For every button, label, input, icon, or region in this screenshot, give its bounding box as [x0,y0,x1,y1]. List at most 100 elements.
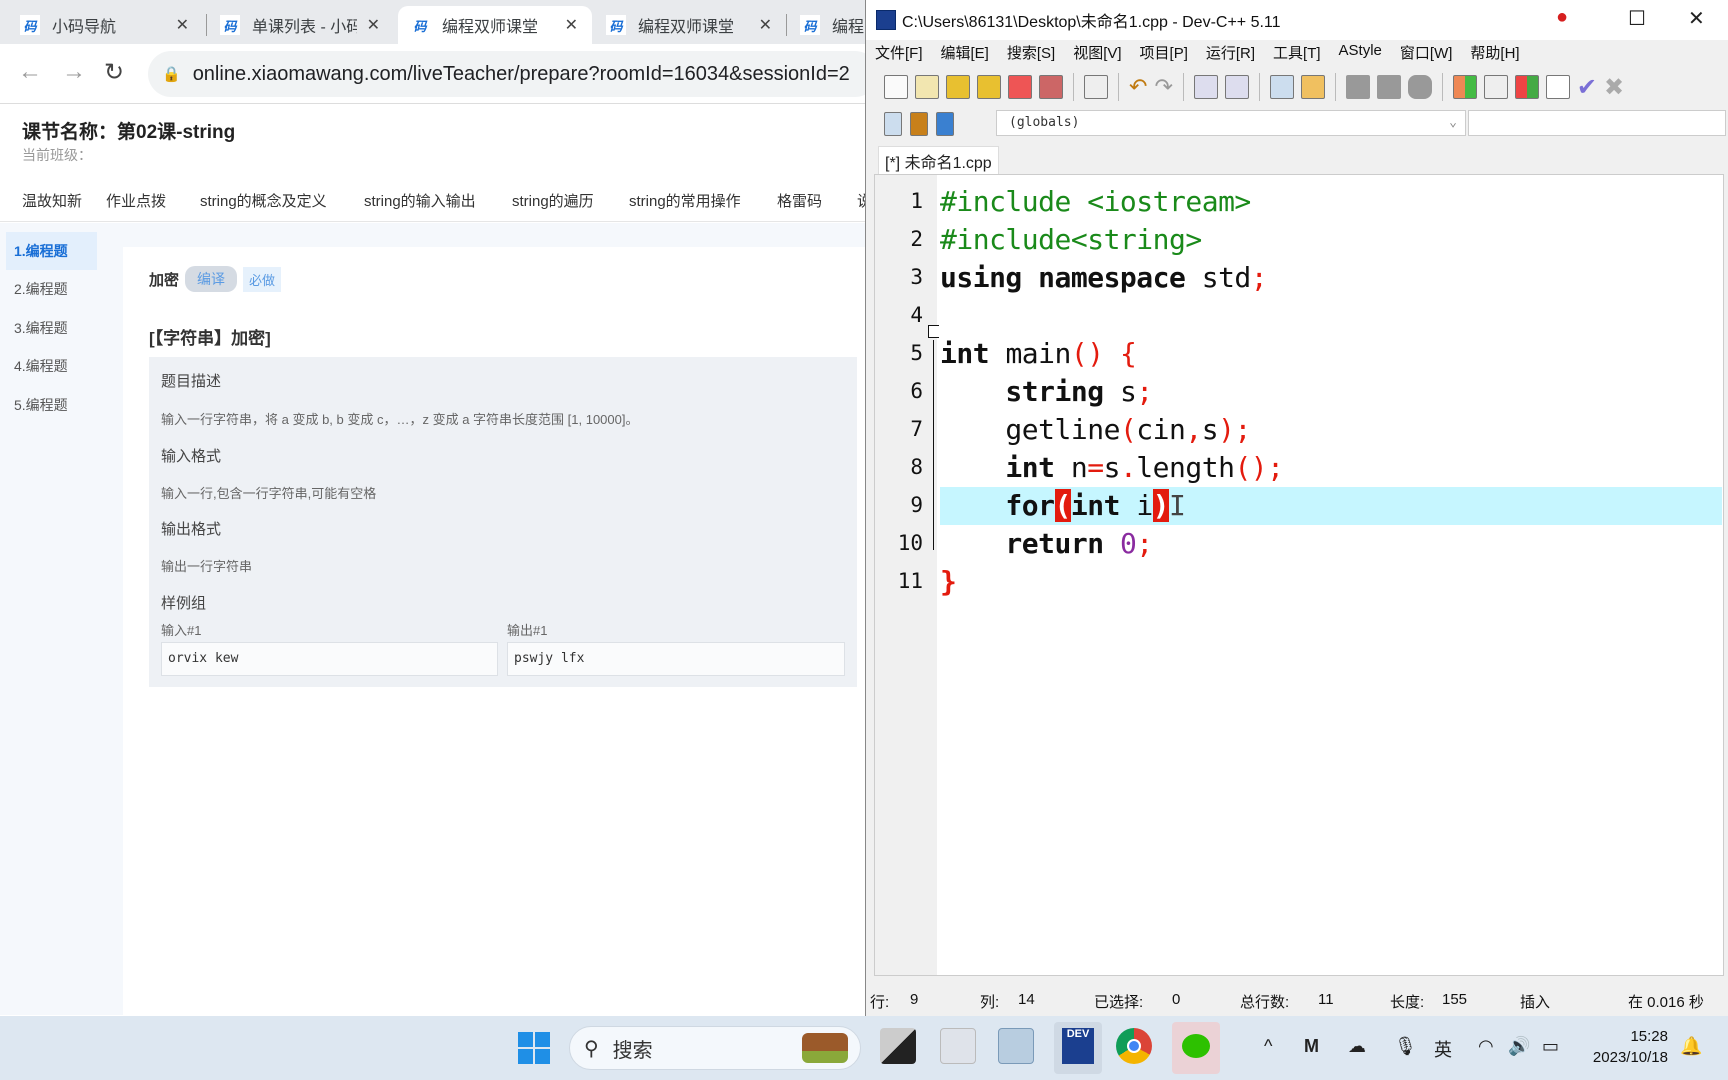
lesson-tab[interactable]: 说 [857,190,865,211]
okapi-illustration-icon [802,1033,848,1063]
menu-tools[interactable]: 工具[T] [1264,42,1330,66]
wifi-icon[interactable]: ◠ [1478,1036,1494,1057]
undo-icon[interactable]: ↶ [1129,74,1147,100]
fold-marker-icon[interactable] [928,325,939,338]
menu-view[interactable]: 视图[V] [1064,42,1130,66]
unindent-icon[interactable] [1300,75,1325,99]
devcpp-window: C:\Users\86131\Desktop\未命名1.cpp - Dev-C+… [865,0,1728,1016]
maximize-icon[interactable]: ☐ [1628,6,1646,31]
sidebar-item-4[interactable]: 4.编程题 [6,347,97,385]
lesson-tab[interactable]: string的输入输出 [364,190,476,211]
onedrive-icon[interactable]: ☁ [1348,1036,1366,1057]
new-file-icon[interactable] [884,75,908,99]
chrome-icon[interactable] [1116,1028,1152,1064]
remove-from-project-icon[interactable] [936,112,954,136]
compile-run-icon[interactable] [1514,75,1539,99]
browser-tab[interactable]: 码编程双师课堂 ✕ [594,6,786,44]
prev-bookmark-icon[interactable] [1345,75,1370,99]
menu-help[interactable]: 帮助[H] [1461,42,1528,66]
xiaoma-favicon-icon: 码 [220,15,240,35]
sidebar-item-5[interactable]: 5.编程题 [6,386,97,424]
scope-value: (globals) [1009,115,1080,130]
browser-tab[interactable]: 码编程 [788,6,868,44]
browser-tab[interactable]: 码小码导航 ✕ [8,6,203,44]
task-view-icon[interactable] [880,1028,916,1064]
wechat-taskbar-button[interactable] [1172,1022,1220,1074]
menu-project[interactable]: 项目[P] [1131,42,1197,66]
sidebar-item-1[interactable]: 1.编程题 [6,232,97,270]
close-tab-icon[interactable]: ✕ [759,15,772,35]
indent-icon[interactable] [1269,75,1294,99]
new-project-icon[interactable] [884,112,902,136]
microphone-icon[interactable]: 🎙 [1394,1036,1417,1057]
file-tab[interactable]: [*] 未命名1.cpp [878,146,999,174]
menu-window[interactable]: 窗口[W] [1391,42,1462,66]
lesson-tab[interactable]: string的概念及定义 [200,190,327,211]
stop-icon[interactable]: ✖ [1604,73,1624,102]
browser-tab[interactable]: 码单课列表 - 小码 ✕ [208,6,394,44]
menu-search[interactable]: 搜索[S] [998,42,1064,66]
sidebar-item-3[interactable]: 3.编程题 [6,309,97,347]
devcpp-app-icon: DEV [1062,1028,1094,1064]
lesson-tab[interactable]: 温故知新 [22,190,82,211]
next-bookmark-icon[interactable] [1376,75,1401,99]
find-icon[interactable] [1193,75,1218,99]
devcpp-taskbar-button[interactable]: DEV [1054,1022,1102,1074]
forward-icon[interactable]: → [62,58,86,86]
sample-output: pswjy lfx [507,642,845,676]
menu-astyle[interactable]: AStyle [1330,42,1391,66]
lesson-tab[interactable]: string的遍历 [512,190,594,211]
reload-icon[interactable]: ↻ [104,58,124,87]
print-icon[interactable] [1084,75,1108,99]
close-all-icon[interactable] [1039,75,1063,99]
close-tab-icon[interactable]: ✕ [176,15,189,35]
input-language[interactable]: 英 [1434,1036,1452,1062]
page-title: 课节名称：第02课-string [22,122,236,143]
lesson-tab[interactable]: 作业点拨 [106,190,166,211]
volume-icon[interactable]: 🔊 [1508,1036,1530,1057]
close-tab-icon[interactable]: ✕ [367,15,380,35]
xiaoma-favicon-icon: 码 [20,15,40,35]
browser-tab-active[interactable]: 码编程双师课堂 ✕ [398,6,592,44]
menu-run[interactable]: 运行[R] [1197,42,1264,66]
goto-icon[interactable] [1407,75,1432,99]
scope-dropdown[interactable]: (globals) ⌄ [996,110,1466,136]
open-file-icon[interactable] [915,75,939,99]
tray-app-icon[interactable]: M [1304,1036,1319,1057]
menu-file[interactable]: 文件[F] [866,42,932,66]
code-editor[interactable]: 1 2 3 4 5 6 7 8 9 10 11 #include <iostream> #inclu… [874,174,1724,976]
status-bar: 行: 9 列: 14 已选择: 0 总行数: 11 长度: 155 插入 在 0.016 … [866,986,1728,1014]
close-window-icon[interactable]: ✕ [1688,6,1705,31]
back-icon[interactable]: ← [18,58,42,86]
lesson-tab[interactable]: 格雷码 [777,190,822,211]
python-file-icon[interactable] [940,1028,976,1064]
rebuild-icon[interactable] [1545,75,1570,99]
close-tab-icon[interactable]: ✕ [565,15,578,35]
sidebar-item-2[interactable]: 2.编程题 [6,270,97,308]
browser-tab-bar: 码小码导航 ✕ 码单课列表 - 小码 ✕ 码编程双师课堂 ✕ 码编程双师课堂 ✕ 码编程 [0,0,865,44]
menu-bar: 文件[F] 编辑[E] 搜索[S] 视图[V] 项目[P] 运行[R] 工具[T… [866,42,1529,66]
lesson-tab[interactable]: string的常用操作 [629,190,741,211]
symbol-dropdown[interactable] [1468,110,1726,136]
taskbar-search[interactable]: ⚲ 搜索 [569,1026,861,1070]
notification-bell-icon[interactable]: 🔔 [1680,1036,1702,1057]
show-hidden-icons[interactable]: ^ [1264,1036,1272,1057]
resource-monitor-icon[interactable] [998,1028,1034,1064]
check-syntax-icon[interactable]: ✔ [1577,73,1597,102]
save-all-icon[interactable] [977,75,1001,99]
menu-edit[interactable]: 编辑[E] [932,42,998,66]
battery-icon[interactable]: ▭ [1542,1036,1559,1057]
clock[interactable]: 15:28 2023/10/18 [1593,1026,1668,1068]
add-to-project-icon[interactable] [910,112,928,136]
question-sidebar: 1.编程题 2.编程题 3.编程题 4.编程题 5.编程题 [0,223,100,1015]
replace-icon[interactable] [1224,75,1249,99]
run-icon[interactable] [1483,75,1508,99]
pin-icon[interactable]: ● [1556,6,1568,29]
compile-icon[interactable] [1452,75,1477,99]
windows-start-icon[interactable] [518,1032,550,1064]
close-file-icon[interactable] [1008,75,1032,99]
output-format-heading: 输出格式 [161,521,222,538]
url-input[interactable]: 🔒 online.xiaomawang.com/liveTeacher/prepa… [148,51,878,97]
save-icon[interactable] [946,75,970,99]
redo-icon[interactable]: ↷ [1154,74,1172,100]
